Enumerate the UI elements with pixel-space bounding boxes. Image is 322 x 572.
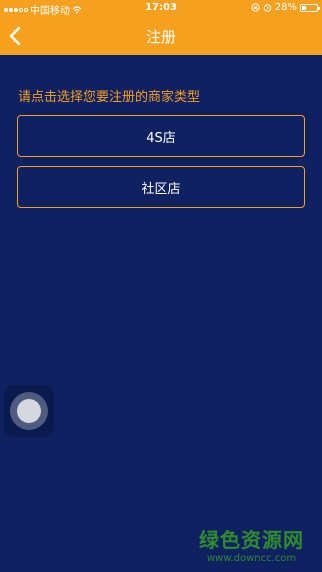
alarm-icon [263, 4, 271, 12]
orientation-lock-icon [251, 3, 260, 12]
assistive-touch-button[interactable] [4, 385, 54, 437]
status-bar: 中国移动 17:03 28% [0, 0, 322, 17]
register-type-prompt: 请点击选择您要注册的商家类型 [18, 90, 201, 105]
assistive-touch-dot [17, 399, 41, 423]
option-label: 4S店 [146, 130, 176, 146]
watermark-url: www.downcc.com [206, 553, 297, 564]
page-title: 注册 [145, 28, 176, 46]
status-right: 28% [251, 2, 320, 13]
watermark: 绿色资源网 www.downcc.com [199, 524, 304, 564]
battery-icon [300, 3, 320, 12]
battery-percent: 28% [274, 2, 297, 13]
watermark-logo-text: 绿色资源网 [199, 528, 304, 552]
option-label: 社区店 [141, 181, 181, 197]
option-community-store-button[interactable]: 社区店 [17, 166, 305, 208]
option-4s-store-button[interactable]: 4S店 [17, 115, 305, 157]
nav-bar: 注册 [0, 17, 322, 55]
